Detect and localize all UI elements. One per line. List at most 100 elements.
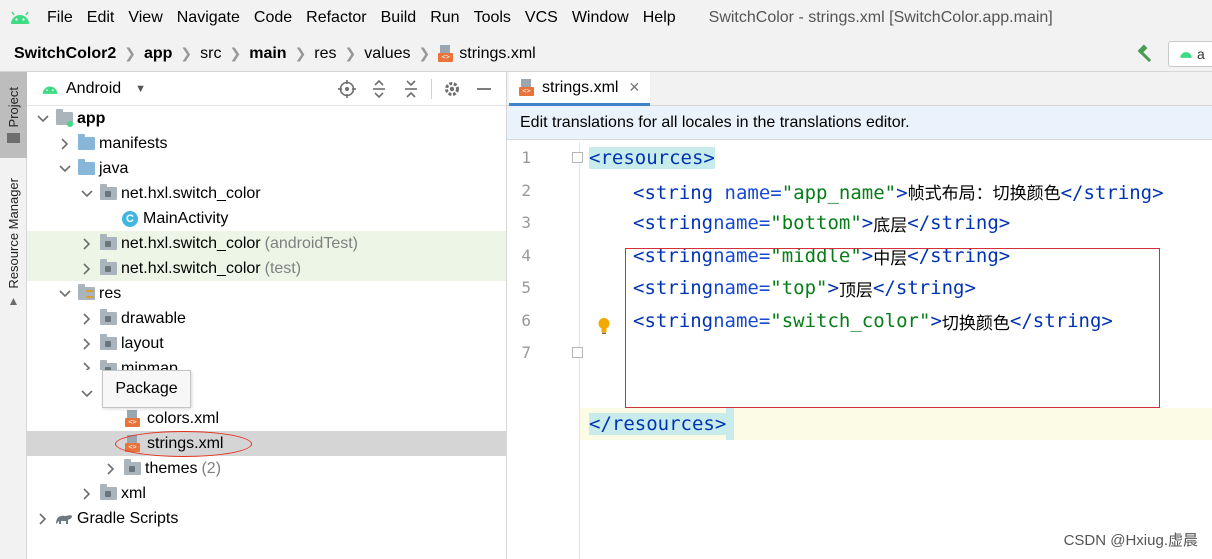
menu-file[interactable]: File: [40, 9, 80, 27]
project-tool-tab[interactable]: Project: [0, 72, 27, 158]
collapse-all-icon[interactable]: [395, 72, 427, 106]
chevron-right-icon: ❯: [180, 45, 193, 61]
chevron-right-icon[interactable]: [79, 360, 95, 370]
chevron-down-icon[interactable]: [35, 111, 51, 127]
tree-item-strings-xml[interactable]: <> strings.xml: [27, 431, 506, 456]
toolbar-divider: [431, 79, 432, 99]
package-icon: [99, 234, 117, 252]
line-number: 7: [521, 343, 531, 362]
tree-item-label: net.hxl.switch_color: [121, 184, 261, 202]
tab-strings-xml[interactable]: <> strings.xml ✕: [509, 72, 651, 106]
chevron-right-icon[interactable]: [103, 461, 119, 477]
tree-item-package[interactable]: net.hxl.switch_color: [27, 181, 506, 206]
editor-gutter: 1 2 3 4 5 6 7: [507, 142, 583, 559]
resource-manager-tab-label: Resource Manager: [6, 177, 21, 289]
tree-item-xml[interactable]: xml: [27, 481, 506, 506]
menu-edit[interactable]: Edit: [80, 9, 122, 27]
tree-item-themes[interactable]: themes (2): [27, 456, 506, 481]
chevron-down-icon[interactable]: [57, 286, 73, 302]
chevron-right-icon[interactable]: [57, 136, 73, 152]
menu-refactor[interactable]: Refactor: [299, 9, 373, 27]
hammer-icon[interactable]: [1130, 42, 1160, 66]
lightbulb-icon[interactable]: [597, 317, 611, 335]
tree-item-layout[interactable]: layout: [27, 331, 506, 356]
chevron-right-icon[interactable]: [79, 311, 95, 327]
chevron-down-icon[interactable]: [79, 386, 95, 402]
minimize-icon[interactable]: [468, 72, 500, 106]
watermark: CSDN @Hxiug.虚晨: [1063, 532, 1198, 549]
tree-item-manifests[interactable]: manifests: [27, 131, 506, 156]
breadcrumb-src[interactable]: src: [200, 45, 221, 63]
chevron-right-icon[interactable]: [35, 511, 51, 527]
breadcrumb-res[interactable]: res: [314, 45, 336, 63]
menu-help[interactable]: Help: [636, 9, 683, 27]
fold-marker-icon[interactable]: [572, 347, 583, 358]
project-view-select[interactable]: Android: [66, 80, 121, 98]
folder-icon: [77, 134, 95, 152]
code-line-7: </resources>: [589, 408, 735, 440]
xml-close-tag: </string>: [907, 212, 1011, 234]
close-icon[interactable]: ✕: [628, 79, 640, 96]
resource-manager-tool-tab[interactable]: Resource Manager ▲: [0, 168, 27, 318]
translations-notice: Edit translations for all locales in the…: [507, 106, 1212, 140]
xml-file-icon: <>: [438, 45, 454, 62]
chevron-down-icon[interactable]: ▼: [135, 83, 146, 95]
tree-item-mipmap[interactable]: mipmap: [27, 356, 506, 370]
menu-tools[interactable]: Tools: [467, 9, 518, 27]
breadcrumb-file[interactable]: strings.xml: [459, 45, 535, 63]
tree-item-package-test[interactable]: net.hxl.switch_color (test): [27, 256, 506, 281]
expand-all-icon[interactable]: [363, 72, 395, 106]
class-icon: C: [121, 210, 139, 227]
gear-icon[interactable]: [436, 72, 468, 106]
tree-item-drawable[interactable]: drawable: [27, 306, 506, 331]
xml-file-icon: <>: [519, 79, 534, 96]
locate-icon[interactable]: [331, 72, 363, 106]
xml-value: "bottom": [770, 212, 862, 234]
project-tab-label: Project: [6, 86, 21, 128]
tree-item-java[interactable]: java: [27, 156, 506, 181]
chevron-down-icon[interactable]: [79, 186, 95, 202]
code-line-1: <resources>: [589, 142, 715, 174]
breadcrumb-values[interactable]: values: [364, 45, 410, 63]
android-icon: [42, 86, 58, 94]
tree-item-label: drawable: [121, 309, 186, 327]
tree-item-package-androidtest[interactable]: net.hxl.switch_color (androidTest): [27, 231, 506, 256]
tree-item-label: mipmap: [121, 360, 178, 370]
chevron-right-icon[interactable]: [79, 236, 95, 252]
tree-item-label: themes: [145, 459, 198, 477]
breadcrumb-app[interactable]: app: [144, 45, 172, 63]
menu-build[interactable]: Build: [374, 9, 424, 27]
tree-item-values[interactable]: [27, 381, 506, 406]
menu-window[interactable]: Window: [565, 9, 636, 27]
tree-item-res[interactable]: res: [27, 281, 506, 306]
chevron-right-icon[interactable]: [79, 336, 95, 352]
tree-item-mainactivity[interactable]: C MainActivity: [27, 206, 506, 231]
tree-item-app[interactable]: app: [27, 106, 506, 131]
menu-run[interactable]: Run: [423, 9, 466, 27]
menu-vcs[interactable]: VCS: [518, 9, 565, 27]
menu-navigate[interactable]: Navigate: [170, 9, 247, 27]
resource-manager-icon: ▲: [7, 294, 20, 309]
menu-view[interactable]: View: [121, 9, 169, 27]
annotation-box: [625, 248, 1160, 408]
editor-panel: <> strings.xml ✕ Edit translations for a…: [507, 72, 1212, 559]
bracket-highlight: [726, 408, 735, 440]
breadcrumb-main[interactable]: main: [249, 45, 286, 63]
code-editor[interactable]: 1 2 3 4 5 6 7 <resources> <string name="…: [507, 142, 1212, 559]
chevron-right-icon: ❯: [124, 45, 136, 61]
chevron-right-icon[interactable]: [79, 261, 95, 277]
xml-tag: <resources>: [589, 147, 715, 169]
chevron-down-icon[interactable]: [57, 161, 73, 177]
chevron-right-icon[interactable]: [79, 486, 95, 502]
menu-code[interactable]: Code: [247, 9, 299, 27]
code-line-3: <string name= "bottom" > 底层 </string>: [633, 212, 1011, 236]
tree-item-gradle-scripts[interactable]: Gradle Scripts: [27, 506, 506, 531]
fold-marker-icon[interactable]: [572, 152, 583, 163]
xml-text: 帧式布局：切换颜色: [907, 183, 1061, 204]
line-number: 4: [521, 246, 531, 265]
tree-item-label: MainActivity: [143, 209, 229, 227]
breadcrumb-project[interactable]: SwitchColor2: [14, 45, 116, 63]
run-config-select[interactable]: a: [1168, 41, 1212, 67]
tree-item-colors-xml[interactable]: <> colors.xml: [27, 406, 506, 431]
folder-icon: [7, 133, 20, 144]
